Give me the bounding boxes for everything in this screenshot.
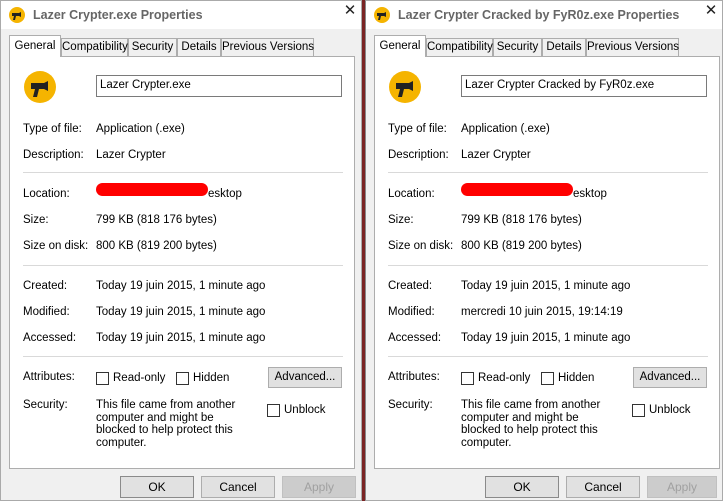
unblock-label: Unblock <box>284 404 326 416</box>
properties-window-right: Lazer Crypter Cracked by FyR0z.exe Prope… <box>365 0 723 501</box>
modified-value: mercredi 10 juin 2015, 19:14:19 <box>461 306 623 318</box>
modified-label: Modified: <box>23 306 70 318</box>
size-label: Size: <box>388 214 414 226</box>
accessed-value: Today 19 juin 2015, 1 minute ago <box>461 332 631 344</box>
redaction-mark <box>461 183 573 196</box>
size-on-disk-label: Size on disk: <box>388 240 454 252</box>
location-label: Location: <box>23 188 70 200</box>
created-label: Created: <box>23 280 68 292</box>
accessed-value: Today 19 juin 2015, 1 minute ago <box>96 332 266 344</box>
type-label: Type of file: <box>388 123 447 135</box>
type-label: Type of file: <box>23 123 82 135</box>
modified-label: Modified: <box>388 306 435 318</box>
hidden-label: Hidden <box>558 372 595 384</box>
readonly-checkbox[interactable] <box>461 372 474 385</box>
hair-dryer-icon <box>24 71 56 103</box>
hair-dryer-icon <box>374 7 390 23</box>
created-value: Today 19 juin 2015, 1 minute ago <box>96 280 266 292</box>
tab-general[interactable]: General <box>9 35 61 57</box>
size-value: 799 KB (818 176 bytes) <box>96 214 217 226</box>
cancel-button[interactable]: Cancel <box>566 476 640 498</box>
location-value: esktop <box>208 188 242 200</box>
cancel-button[interactable]: Cancel <box>201 476 275 498</box>
type-value: Application (.exe) <box>96 123 185 135</box>
ok-button[interactable]: OK <box>120 476 194 498</box>
properties-window-left: Lazer Crypter.exe Properties ✕ General C… <box>0 0 362 501</box>
tab-details[interactable]: Details <box>177 38 221 56</box>
size-on-disk-value: 800 KB (819 200 bytes) <box>96 240 217 252</box>
accessed-label: Accessed: <box>388 332 442 344</box>
apply-button[interactable]: Apply <box>282 476 356 498</box>
description-label: Description: <box>23 149 84 161</box>
apply-button[interactable]: Apply <box>647 476 717 498</box>
readonly-label: Read-only <box>113 372 166 384</box>
unblock-label: Unblock <box>649 404 691 416</box>
tab-details[interactable]: Details <box>542 38 586 56</box>
tab-compatibility[interactable]: Compatibility <box>426 38 493 56</box>
security-label: Security: <box>23 399 68 411</box>
title-bar[interactable]: Lazer Crypter Cracked by FyR0z.exe Prope… <box>366 1 722 29</box>
description-value: Lazer Crypter <box>461 149 531 161</box>
separator <box>388 172 708 173</box>
location-label: Location: <box>388 188 435 200</box>
hair-dryer-icon <box>389 71 421 103</box>
hidden-label: Hidden <box>193 372 230 384</box>
tab-previous-versions[interactable]: Previous Versions <box>586 38 679 56</box>
advanced-button[interactable]: Advanced... <box>633 367 707 388</box>
size-on-disk-value: 800 KB (819 200 bytes) <box>461 240 582 252</box>
security-label: Security: <box>388 399 433 411</box>
separator <box>23 172 343 173</box>
tab-previous-versions[interactable]: Previous Versions <box>221 38 314 56</box>
readonly-label: Read-only <box>478 372 531 384</box>
accessed-label: Accessed: <box>23 332 77 344</box>
readonly-checkbox[interactable] <box>96 372 109 385</box>
attributes-label: Attributes: <box>388 371 440 383</box>
hidden-checkbox[interactable] <box>176 372 189 385</box>
ok-button[interactable]: OK <box>485 476 559 498</box>
description-label: Description: <box>388 149 449 161</box>
size-on-disk-label: Size on disk: <box>23 240 89 252</box>
hidden-checkbox[interactable] <box>541 372 554 385</box>
file-name-field[interactable]: Lazer Crypter.exe <box>96 75 342 97</box>
general-panel: Lazer Crypter.exe Type of file: Applicat… <box>9 56 355 469</box>
separator <box>23 356 343 357</box>
redaction-mark <box>96 183 208 196</box>
description-value: Lazer Crypter <box>96 149 166 161</box>
size-label: Size: <box>23 214 49 226</box>
created-label: Created: <box>388 280 433 292</box>
separator <box>23 265 343 266</box>
window-title: Lazer Crypter.exe Properties <box>33 8 203 22</box>
window-title: Lazer Crypter Cracked by FyR0z.exe Prope… <box>398 8 680 22</box>
close-icon[interactable]: ✕ <box>700 1 722 23</box>
file-name-field[interactable]: Lazer Crypter Cracked by FyR0z.exe <box>461 75 707 97</box>
type-value: Application (.exe) <box>461 123 550 135</box>
separator <box>388 265 708 266</box>
advanced-button[interactable]: Advanced... <box>268 367 342 388</box>
tab-security[interactable]: Security <box>128 38 177 56</box>
close-icon[interactable]: ✕ <box>339 1 361 23</box>
attributes-label: Attributes: <box>23 371 75 383</box>
size-value: 799 KB (818 176 bytes) <box>461 214 582 226</box>
modified-value: Today 19 juin 2015, 1 minute ago <box>96 306 266 318</box>
location-value: esktop <box>573 188 607 200</box>
unblock-checkbox[interactable] <box>267 404 280 417</box>
security-message: This file came from another computer and… <box>96 399 236 449</box>
title-bar[interactable]: Lazer Crypter.exe Properties ✕ <box>1 1 361 29</box>
security-message: This file came from another computer and… <box>461 399 601 449</box>
hair-dryer-icon <box>9 7 25 23</box>
tab-general[interactable]: General <box>374 35 426 57</box>
tab-compatibility[interactable]: Compatibility <box>61 38 128 56</box>
separator <box>388 356 708 357</box>
created-value: Today 19 juin 2015, 1 minute ago <box>461 280 631 292</box>
general-panel: Lazer Crypter Cracked by FyR0z.exe Type … <box>374 56 720 469</box>
tab-security[interactable]: Security <box>493 38 542 56</box>
unblock-checkbox[interactable] <box>632 404 645 417</box>
